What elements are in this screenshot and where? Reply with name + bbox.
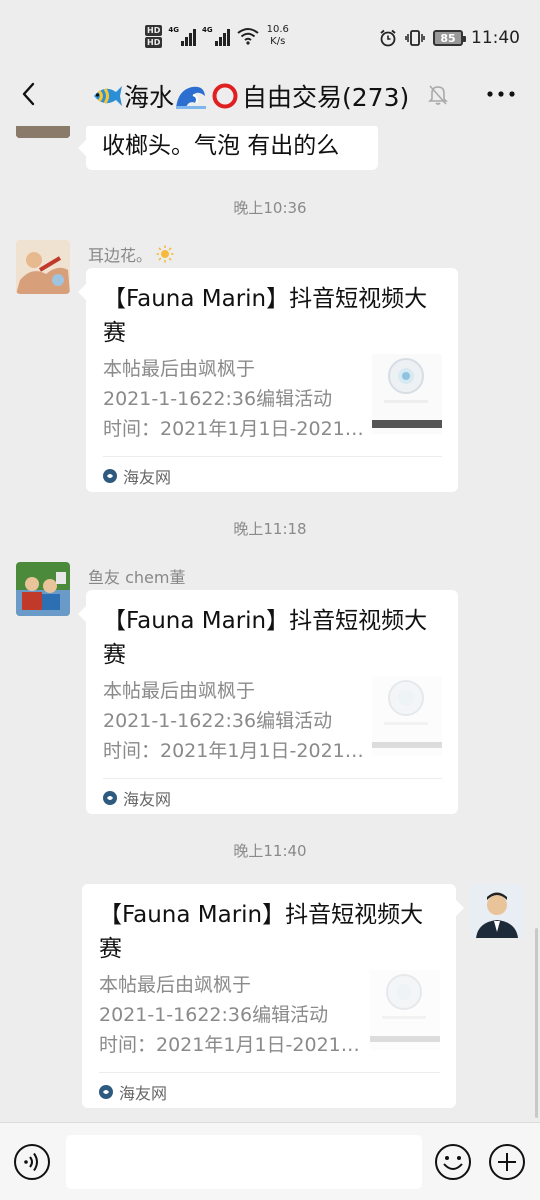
timestamp: 晚上10:36 xyxy=(233,199,307,217)
card-thumbnail xyxy=(370,970,440,1050)
card-source: 海友网 xyxy=(99,1080,167,1104)
battery-icon: 85 xyxy=(433,30,466,46)
emoji-icon[interactable] xyxy=(434,1143,472,1181)
card-desc-line: 本帖最后由飒枫于 xyxy=(103,358,256,380)
message-text: 收榔头。气泡 有出的么 xyxy=(102,133,340,159)
chat-title-part2: 自由交易(273) xyxy=(242,83,410,112)
network-type-2: 4G xyxy=(201,26,213,34)
link-card[interactable]: 【Fauna Marin】抖音短视频大赛 本帖最后由飒枫于 2021-1-162… xyxy=(78,268,458,492)
plus-icon[interactable] xyxy=(488,1143,526,1181)
avatar[interactable] xyxy=(16,126,70,138)
card-desc-line: 本帖最后由飒枫于 xyxy=(99,974,252,996)
chat-header: 海水 自由交易(273) xyxy=(0,64,540,126)
timestamp: 晚上11:18 xyxy=(233,520,307,538)
sun-emoji-icon xyxy=(156,245,174,263)
card-description: 本帖最后由飒枫于 2021-1-1622:36编辑活动 时间：2021年1月1日… xyxy=(103,676,365,766)
card-source: 海友网 xyxy=(103,786,171,810)
card-desc-line: 2021-1-1622:36编辑活动 xyxy=(99,1004,329,1026)
card-divider xyxy=(103,456,442,457)
tropical-fish-emoji-icon xyxy=(94,86,122,106)
network-speed: 10.6 K/s xyxy=(267,24,289,48)
card-title: 【Fauna Marin】抖音短视频大赛 xyxy=(103,608,428,668)
more-dots-icon[interactable] xyxy=(486,86,516,102)
link-card[interactable]: 【Fauna Marin】抖音短视频大赛 本帖最后由飒枫于 2021-1-162… xyxy=(82,884,464,1108)
timestamp: 晚上11:40 xyxy=(233,842,307,860)
avatar[interactable] xyxy=(16,240,70,294)
card-source-name: 海友网 xyxy=(119,1084,168,1103)
card-description: 本帖最后由飒枫于 2021-1-1622:36编辑活动 时间：2021年1月1日… xyxy=(103,354,365,444)
status-bar: HD HD 4G 4G 10.6 K/s 85 11:40 xyxy=(0,0,540,64)
source-logo-icon xyxy=(99,1085,113,1099)
card-desc-line: 时间：2021年1月1日-2021年... xyxy=(99,1034,361,1056)
alarm-icon xyxy=(380,29,396,47)
status-time: 11:40 xyxy=(471,28,520,48)
avatar[interactable] xyxy=(470,884,524,938)
card-divider xyxy=(103,778,442,779)
network-indicators: HD HD 4G 4G 10.6 K/s xyxy=(145,24,289,48)
sender-name: 耳边花。 xyxy=(88,242,174,266)
card-title: 【Fauna Marin】抖音短视频大赛 xyxy=(103,286,428,346)
card-desc-line: 时间：2021年1月1日-2021年... xyxy=(103,740,365,762)
card-source: 海友网 xyxy=(103,464,171,488)
card-title: 【Fauna Marin】抖音短视频大赛 xyxy=(99,902,424,962)
card-thumbnail xyxy=(372,676,442,756)
message-list[interactable]: 收榔头。气泡 有出的么 晚上10:36 耳边花。 【Fauna Marin】抖音… xyxy=(0,126,540,1122)
signal-icon-2: 4G xyxy=(202,26,230,46)
source-logo-icon xyxy=(103,469,117,483)
card-source-name: 海友网 xyxy=(123,790,172,809)
scrollbar[interactable] xyxy=(535,928,538,1118)
card-description: 本帖最后由飒枫于 2021-1-1622:36编辑活动 时间：2021年1月1日… xyxy=(99,970,361,1060)
voice-icon[interactable] xyxy=(13,1143,51,1181)
card-desc-line: 2021-1-1622:36编辑活动 xyxy=(103,710,333,732)
back-arrow-icon[interactable] xyxy=(14,76,46,112)
red-circle-emoji-icon xyxy=(212,83,238,109)
hd-badge-2: HD xyxy=(145,36,163,48)
message-bubble[interactable]: 收榔头。气泡 有出的么 xyxy=(78,126,378,170)
sender-name-text: 耳边花。 xyxy=(88,246,153,265)
avatar[interactable] xyxy=(16,562,70,616)
network-type-1: 4G xyxy=(168,26,179,34)
signal-icon-1: 4G xyxy=(168,26,196,46)
chat-title: 海水 自由交易(273) xyxy=(90,78,409,114)
network-speed-unit: K/s xyxy=(270,36,286,47)
vibrate-icon xyxy=(405,30,425,46)
card-desc-line: 本帖最后由飒枫于 xyxy=(103,680,256,702)
message-input[interactable] xyxy=(66,1135,422,1189)
source-logo-icon xyxy=(103,791,117,805)
card-thumbnail xyxy=(372,354,442,434)
hd-badge-1: HD xyxy=(145,24,163,36)
bell-mute-icon xyxy=(428,85,448,105)
card-desc-line: 时间：2021年1月1日-2021年... xyxy=(103,418,365,440)
input-bar xyxy=(0,1122,540,1200)
network-speed-value: 10.6 xyxy=(266,24,289,35)
link-card[interactable]: 【Fauna Marin】抖音短视频大赛 本帖最后由飒枫于 2021-1-162… xyxy=(78,590,458,814)
card-source-name: 海友网 xyxy=(123,468,172,487)
system-indicators: 85 11:40 xyxy=(379,28,520,48)
wifi-icon xyxy=(236,28,259,45)
card-desc-line: 2021-1-1622:36编辑活动 xyxy=(103,388,333,410)
card-divider xyxy=(99,1072,440,1073)
wave-emoji-icon xyxy=(176,86,207,109)
chat-title-part1: 海水 xyxy=(124,83,175,112)
sender-name: 鱼友 chem董 xyxy=(88,568,186,587)
